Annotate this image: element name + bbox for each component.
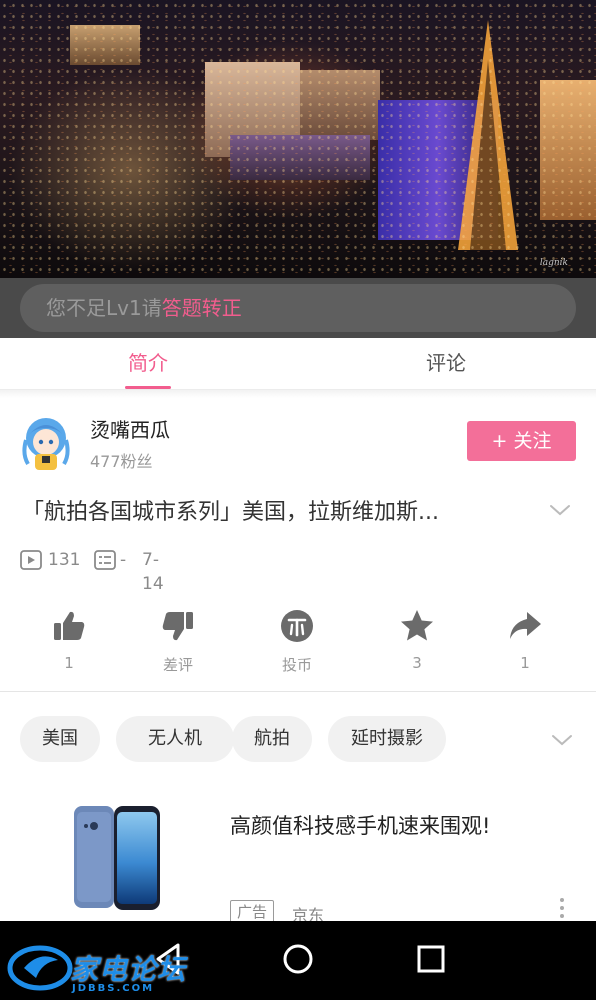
danmaku-hint: 您不足Lv1请 — [46, 296, 162, 320]
ad-title[interactable]: 高颜值科技感手机速来围观! — [230, 810, 490, 840]
video-title: 「航拍各国城市系列」美国，拉斯维加斯... — [22, 500, 439, 525]
ad-card[interactable]: 高颜值科技感手机速来围观! 广告 京东 — [0, 790, 596, 925]
share-count: 1 — [520, 654, 530, 672]
video-player[interactable]: lagnik — [0, 0, 596, 278]
like-button[interactable]: 1 — [29, 602, 109, 672]
tab-intro[interactable]: 简介 — [125, 338, 171, 390]
uploader-name[interactable]: 烫嘴西瓜 — [90, 414, 170, 443]
follow-button[interactable]: + 关注 — [467, 421, 576, 461]
tag-list: 美国 无人机 航拍 延时摄影 — [20, 716, 576, 764]
danmaku-count-icon — [94, 550, 116, 570]
uploader-fans: 477粉丝 — [90, 452, 153, 471]
view-count: 131 — [48, 550, 81, 570]
coin-label: 投币 — [281, 656, 312, 674]
share-button[interactable]: 1 — [485, 602, 565, 672]
share-icon — [510, 612, 541, 639]
recents-icon[interactable] — [411, 939, 451, 979]
star-icon — [401, 610, 433, 641]
coin-button[interactable]: 投币 — [257, 602, 337, 675]
like-count: 1 — [64, 654, 74, 672]
dislike-label: 差评 — [162, 656, 193, 674]
danmaku-input[interactable]: 您不足Lv1请答题转正 — [20, 284, 576, 332]
coin-icon — [281, 610, 313, 642]
tab-divider — [0, 390, 596, 398]
danmaku-bar: 您不足Lv1请答题转正 — [0, 278, 596, 338]
play-count-icon — [20, 550, 42, 570]
tag-chip[interactable]: 航拍 — [232, 716, 312, 762]
favorite-button[interactable]: 3 — [377, 602, 457, 672]
city-lights — [0, 0, 596, 278]
publish-date: 7-14 — [142, 550, 164, 594]
thumbs-up-icon — [54, 611, 85, 640]
dislike-button[interactable]: 差评 — [138, 602, 218, 675]
phone-image — [74, 806, 160, 910]
video-signature: lagnik — [539, 258, 568, 268]
uploader-row: 烫嘴西瓜 477粉丝 + 关注 — [0, 404, 596, 484]
chevron-down-icon[interactable] — [550, 728, 574, 752]
tab-comments[interactable]: 评论 — [426, 338, 466, 390]
favorite-count: 3 — [412, 654, 422, 672]
tag-chip[interactable]: 无人机 — [116, 716, 234, 762]
tag-chip[interactable]: 美国 — [20, 716, 100, 762]
tab-bar: 简介 评论 — [0, 338, 596, 390]
more-options-icon[interactable] — [558, 896, 566, 920]
avatar[interactable] — [20, 414, 72, 474]
action-row: 1 差评 投币 3 1 — [0, 602, 596, 692]
watermark-subtext: JDBBS.COM — [72, 983, 155, 994]
watermark-text: 家电论坛 — [70, 953, 187, 986]
quiz-link[interactable]: 答题转正 — [162, 296, 242, 320]
home-icon[interactable] — [278, 939, 318, 979]
chevron-down-icon[interactable] — [548, 498, 572, 522]
tag-chip[interactable]: 延时摄影 — [328, 716, 446, 762]
danmaku-count: - — [120, 550, 127, 570]
thumbs-down-icon — [162, 612, 193, 641]
